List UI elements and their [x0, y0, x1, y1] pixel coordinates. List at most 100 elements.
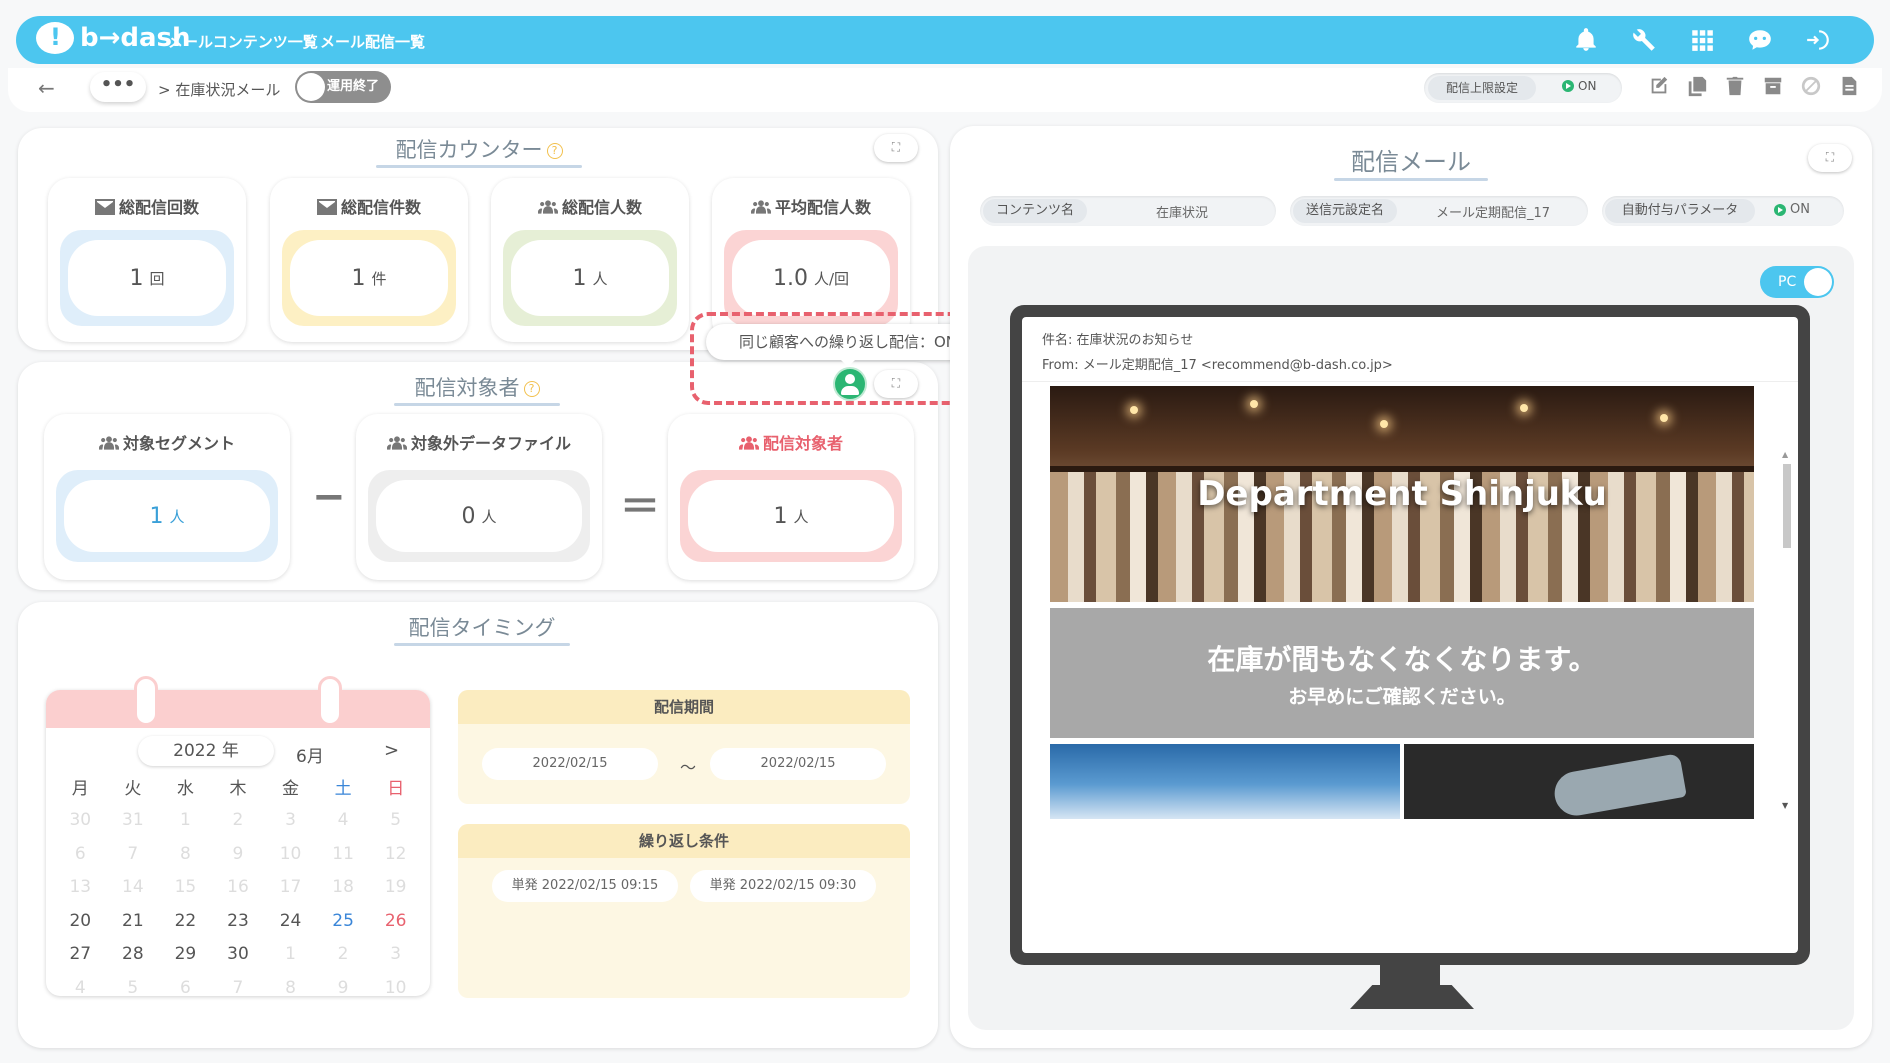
- calendar-header: [46, 690, 430, 728]
- calendar-day: 5: [127, 977, 139, 996]
- sender-value: メール定期配信_17: [1436, 206, 1551, 221]
- mail-subject: 件名: 在庫状況のお知らせ: [1042, 333, 1194, 348]
- mail-title: 配信メール: [1334, 142, 1488, 181]
- mail-from: From: メール定期配信_17 <recommend@b-dash.co.jp…: [1042, 358, 1393, 373]
- mail-scrollbar[interactable]: ▲ ▼: [1780, 450, 1794, 810]
- stock-banner: 在庫が間もなくなくなります。 お早めにご確認ください。: [1050, 608, 1754, 738]
- unit: 回: [149, 269, 165, 288]
- monitor-stand: [1380, 965, 1440, 987]
- wrench-icon[interactable]: [1628, 24, 1660, 56]
- timing-title: 配信タイミング: [394, 612, 570, 646]
- calendar-day: 5: [390, 810, 402, 831]
- delivery-period-box: 配信期間 2022/02/15 ～ 2022/02/15: [458, 690, 910, 804]
- target-expand-button[interactable]: ⛶: [874, 370, 918, 398]
- calendar-day[interactable]: 23: [212, 904, 265, 938]
- support-chat-icon[interactable]: [1744, 24, 1776, 56]
- calendar-day: 14: [122, 877, 144, 898]
- calendar-day[interactable]: 25: [317, 904, 370, 938]
- edit-icon[interactable]: [1648, 74, 1670, 98]
- calendar-day[interactable]: 27: [54, 938, 107, 972]
- target-title: 配信対象者?: [394, 372, 560, 406]
- archive-icon[interactable]: [1762, 74, 1784, 98]
- nav-mail-deliveries[interactable]: メール配信一覧: [320, 31, 425, 52]
- mail-body[interactable]: Department Shinjuku 在庫が間もなくなくなります。 お早めにご…: [1022, 381, 1798, 819]
- calendar-day: 16: [227, 877, 249, 898]
- counter-expand-button[interactable]: ⛶: [874, 134, 918, 162]
- card-title: 配信対象者: [762, 434, 843, 453]
- nav-mail-contents[interactable]: メールコンテンツ一覧: [168, 31, 318, 52]
- calendar-day: 15: [174, 877, 197, 898]
- repeat-condition-title: 繰り返し条件: [458, 824, 910, 858]
- bell-icon[interactable]: [1570, 24, 1602, 56]
- card-title: 平均配信人数: [774, 198, 871, 217]
- trash-icon[interactable]: [1724, 74, 1746, 98]
- calendar-day[interactable]: 30: [212, 938, 265, 972]
- calendar-day[interactable]: 22: [159, 904, 212, 938]
- delivery-period-title: 配信期間: [458, 690, 910, 724]
- value: 1: [129, 265, 144, 291]
- auto-param-value: ON: [1790, 202, 1810, 217]
- value: 1: [773, 503, 788, 529]
- hero-image: Department Shinjuku: [1050, 386, 1754, 602]
- scroll-down-icon[interactable]: ▼: [1782, 801, 1788, 810]
- content-name-field: コンテンツ名 在庫状況: [980, 196, 1276, 226]
- calendar-day: 6: [74, 843, 86, 864]
- calendar-day[interactable]: 20: [54, 904, 107, 938]
- unit: 人: [793, 507, 809, 526]
- card-title: 総配信人数: [561, 198, 642, 217]
- period-separator: ～: [680, 758, 697, 777]
- logout-icon[interactable]: [1802, 24, 1834, 56]
- breadcrumb: > 在庫状況メール: [158, 81, 281, 99]
- person-icon[interactable]: [835, 369, 865, 399]
- grid-icon[interactable]: [1686, 24, 1718, 56]
- auto-param-field[interactable]: 自動付与パラメータ ON: [1602, 196, 1844, 226]
- calendar-day[interactable]: 26: [369, 904, 422, 938]
- pc-view-toggle[interactable]: PC: [1760, 266, 1834, 298]
- value-box: 1人: [56, 470, 278, 562]
- more-button[interactable]: •••: [90, 72, 146, 102]
- mail-expand-button[interactable]: ⛶: [1808, 144, 1852, 172]
- calendar-day[interactable]: 28: [107, 938, 160, 972]
- card-title: 総配信件数: [340, 198, 421, 217]
- copy-icon[interactable]: [1686, 74, 1708, 98]
- calendar-day: 30: [69, 810, 92, 831]
- sneaker-image: [1404, 744, 1754, 819]
- users-icon: [386, 436, 407, 450]
- mail-icon: [316, 199, 337, 215]
- calendar-day: 18: [332, 877, 354, 898]
- calendar-next-button[interactable]: >: [384, 740, 399, 761]
- help-icon[interactable]: ?: [546, 143, 563, 159]
- delivery-limit-setting[interactable]: 配信上限設定 ON: [1424, 73, 1622, 103]
- back-arrow-icon[interactable]: ←: [38, 76, 55, 100]
- value-box: 1人: [503, 230, 677, 326]
- unit: 人/回: [813, 269, 850, 288]
- scroll-up-icon[interactable]: ▲: [1782, 450, 1788, 459]
- value-box: 0人: [368, 470, 590, 562]
- calendar-day[interactable]: 24: [264, 904, 317, 938]
- operation-status-toggle[interactable]: 運用終了: [295, 71, 391, 103]
- calendar-day: 3: [390, 944, 402, 965]
- calendar-ring: [318, 676, 342, 726]
- toggle-knob: [297, 73, 325, 101]
- delivery-limit-value: ON: [1578, 79, 1597, 93]
- total-people-card: 総配信人数 1人: [491, 178, 689, 342]
- mail-icon: [94, 199, 115, 215]
- period-start: 2022/02/15: [482, 748, 658, 780]
- scrollbar-thumb[interactable]: [1783, 464, 1791, 548]
- period-end: 2022/02/15: [710, 748, 886, 780]
- calendar-day: 8: [285, 977, 296, 996]
- toggle-knob: [1804, 268, 1832, 296]
- total-mails-card: 総配信件数 1件: [270, 178, 468, 342]
- weekday-tue: 火: [124, 779, 142, 800]
- disabled-icon[interactable]: [1800, 74, 1822, 98]
- calendar-day[interactable]: 29: [159, 938, 212, 972]
- on-status-icon: [1774, 203, 1786, 216]
- calendar-month[interactable]: 6月: [296, 742, 324, 767]
- card-title: 総配信回数: [118, 198, 199, 217]
- value: 1: [351, 265, 366, 291]
- weekday-wed: 水: [176, 779, 194, 800]
- calendar-day[interactable]: 21: [107, 904, 160, 938]
- calendar-year-select[interactable]: 2022 年: [138, 736, 274, 766]
- document-icon[interactable]: [1838, 74, 1860, 98]
- help-icon[interactable]: ?: [523, 381, 540, 397]
